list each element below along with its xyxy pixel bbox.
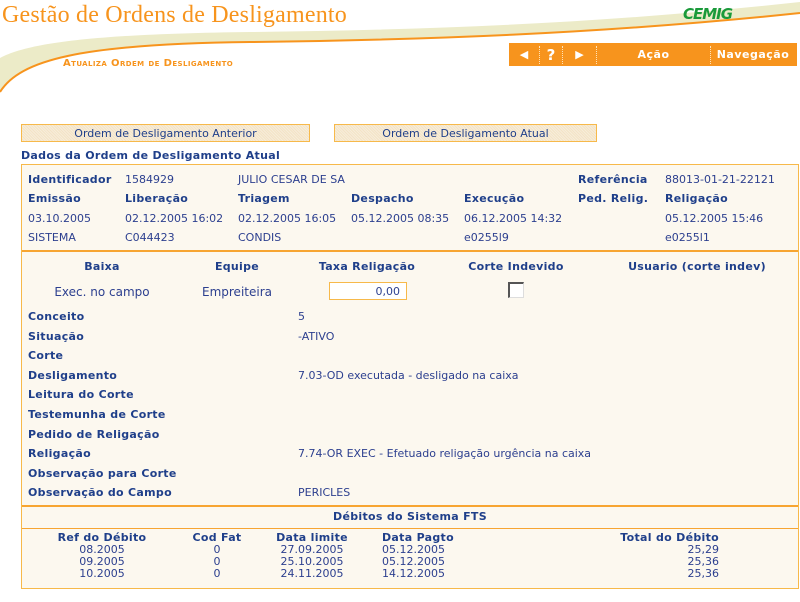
navegacao-menu[interactable]: Navegação <box>711 43 795 66</box>
data-pagto-cell: 14.12.2005 <box>382 567 445 580</box>
observacao-campo-value: PERICLES <box>298 486 351 499</box>
desligamento-label: Desligamento <box>28 369 118 382</box>
navigation-toolbar: ◀ ? ▶ Ação Navegação <box>509 43 797 66</box>
corte-label: Corte <box>28 349 64 362</box>
back-arrow-icon: ◀ <box>519 48 529 61</box>
table-row: 09.2005 0 25.10.2005 05.12.2005 25,36 <box>22 555 798 568</box>
section-title: Dados da Ordem de Desligamento Atual <box>21 149 281 162</box>
equipe-label: Equipe <box>214 260 260 273</box>
identificador-value: 1584929 <box>125 173 174 186</box>
religacao-date: 05.12.2005 15:46 <box>665 212 764 225</box>
debitos-table: Ref do Débito Cod Fat Data limite Data P… <box>22 531 798 580</box>
liberacao-label: Liberação <box>125 192 189 205</box>
customer-name: JULIO CESAR DE SA <box>238 173 345 186</box>
usuario-corte-indev-label: Usuario (corte indev) <box>628 260 766 273</box>
cemig-logo: CEMIG <box>683 5 733 23</box>
identificador-label: Identificador <box>28 173 112 186</box>
pedido-religacao-label: Pedido de Religação <box>28 428 160 441</box>
despacho-date: 05.12.2005 08:35 <box>351 212 450 225</box>
cod-fat-cell: 0 <box>213 567 221 580</box>
taxa-religacao-input[interactable] <box>329 282 407 300</box>
data-limite-cell: 24.11.2005 <box>280 567 344 580</box>
baixa-label: Baixa <box>84 260 120 273</box>
help-button[interactable]: ? <box>540 43 562 66</box>
desligamento-value: 7.03-OD executada - desligado na caixa <box>298 369 519 382</box>
religacao-detail-value: 7.74-OR EXEC - Efetuado religação urgênc… <box>298 447 592 460</box>
liberacao-date: 02.12.2005 16:02 <box>125 212 224 225</box>
conceito-label: Conceito <box>28 310 85 323</box>
observacao-corte-label: Observação para Corte <box>28 467 177 480</box>
corte-indevido-checkbox[interactable] <box>508 282 524 298</box>
religacao-detail-label: Religação <box>28 447 91 460</box>
emissao-label: Emissão <box>28 192 81 205</box>
situacao-label: Situação <box>28 330 85 343</box>
execucao-date: 06.12.2005 14:32 <box>464 212 563 225</box>
testemunha-corte-label: Testemunha de Corte <box>28 408 166 421</box>
section-divider <box>22 250 798 252</box>
taxa-religacao-label: Taxa Religação <box>318 260 416 273</box>
app-title: Gestão de Ordens de Desligamento <box>2 2 347 28</box>
ref-debito-cell: 10.2005 <box>79 567 125 580</box>
acao-menu[interactable]: Ação <box>597 43 710 66</box>
baixa-value: Exec. no campo <box>54 285 150 299</box>
equipe-value: Empreiteira <box>202 285 272 299</box>
emissao-user: SISTEMA <box>28 231 76 244</box>
conceito-value: 5 <box>298 310 305 323</box>
table-row: 08.2005 0 27.09.2005 05.12.2005 25,29 <box>22 543 798 556</box>
corte-indevido-label: Corte Indevido <box>468 260 564 273</box>
leitura-corte-label: Leitura do Corte <box>28 388 134 401</box>
observacao-campo-label: Observação do Campo <box>28 486 172 499</box>
liberacao-user: C044423 <box>125 231 175 244</box>
page-subtitle: Atualiza Ordem de Desligamento <box>63 58 234 69</box>
debitos-title: Débitos do Sistema FTS <box>333 510 487 523</box>
religacao-user: e0255l1 <box>665 231 710 244</box>
triagem-date: 02.12.2005 16:05 <box>238 212 337 225</box>
debitos-header: Débitos do Sistema FTS <box>22 506 798 528</box>
section-divider <box>22 528 798 529</box>
despacho-label: Despacho <box>351 192 414 205</box>
emissao-date: 03.10.2005 <box>28 212 91 225</box>
forward-arrow-icon: ▶ <box>575 48 584 61</box>
execucao-user: e0255l9 <box>464 231 509 244</box>
triagem-label: Triagem <box>238 192 290 205</box>
table-header-row: Ref do Débito Cod Fat Data limite Data P… <box>22 531 798 544</box>
previous-order-button[interactable]: Ordem de Desligamento Anterior <box>21 124 310 142</box>
forward-button[interactable]: ▶ <box>563 43 596 66</box>
ped-relig-label: Ped. Relig. <box>578 192 649 205</box>
back-button[interactable]: ◀ <box>509 43 539 66</box>
table-row: 10.2005 0 24.11.2005 14.12.2005 25,36 <box>22 567 798 580</box>
total-debito-cell: 25,36 <box>687 567 720 580</box>
referencia-label: Referência <box>578 173 648 186</box>
order-details-panel: Identificador 1584929 JULIO CESAR DE SA … <box>21 164 799 589</box>
triagem-user: CONDIS <box>238 231 282 244</box>
religacao-label: Religação <box>665 192 728 205</box>
current-order-button[interactable]: Ordem de Desligamento Atual <box>334 124 597 142</box>
situacao-value: -ATIVO <box>298 330 335 343</box>
referencia-value: 88013-01-21-22121 <box>665 173 775 186</box>
execucao-label: Execução <box>464 192 525 205</box>
help-icon: ? <box>546 45 556 64</box>
